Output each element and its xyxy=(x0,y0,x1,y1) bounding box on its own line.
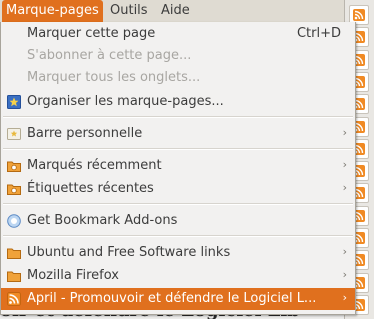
menuitem-marquer-tous-les-onglets: Marquer tous les onglets... xyxy=(1,67,355,89)
menuitem-organiser[interactable]: Organiser les marque-pages... xyxy=(1,91,355,113)
menubar: Marque-pages Outils Aide xyxy=(0,0,344,23)
menu-separator xyxy=(3,116,353,118)
menuitem-marquer-cette-page[interactable]: Marquer cette page Ctrl+D xyxy=(1,23,355,45)
submenu-arrow-icon: › xyxy=(342,158,347,171)
bookmarks-toolbar-icon xyxy=(7,128,21,140)
menuitem-sabonner: S'abonner à cette page... xyxy=(1,45,355,67)
menuitem-april-feed[interactable]: April - Promouvoir et défendre le Logici… xyxy=(1,288,355,310)
menu-outils[interactable]: Outils xyxy=(106,0,152,22)
bookmarks-organize-icon xyxy=(7,95,21,109)
folder-icon xyxy=(7,271,21,282)
addons-icon xyxy=(7,214,21,228)
menuitem-label: Barre personnelle xyxy=(27,126,143,141)
smart-folder-icon xyxy=(7,161,21,172)
bookmarks-menu: Marquer cette page Ctrl+D S'abonner à ce… xyxy=(0,22,356,315)
submenu-arrow-icon: › xyxy=(342,268,347,281)
menu-separator xyxy=(3,203,353,205)
menuitem-mozilla-firefox[interactable]: Mozilla Firefox › xyxy=(1,265,355,287)
folder-icon xyxy=(7,248,21,259)
menuitem-label: Marquer cette page xyxy=(27,26,156,41)
submenu-arrow-icon: › xyxy=(342,291,347,304)
menuitem-label: Ubuntu and Free Software links xyxy=(27,245,231,260)
shortcut-label: Ctrl+D xyxy=(296,26,341,41)
submenu-arrow-icon: › xyxy=(342,245,347,258)
menuitem-get-bookmark-addons[interactable]: Get Bookmark Add-ons xyxy=(1,210,355,232)
menu-marque-pages[interactable]: Marque-pages xyxy=(2,0,103,22)
menu-separator xyxy=(3,148,353,150)
menuitem-label: S'abonner à cette page... xyxy=(27,48,192,63)
menuitem-label: Mozilla Firefox xyxy=(27,268,119,283)
menuitem-label: April - Promouvoir et défendre le Logici… xyxy=(27,291,317,306)
menuitem-etiquettes-recentes[interactable]: Étiquettes récentes › xyxy=(1,178,355,200)
rss-feed-icon xyxy=(7,292,21,306)
menuitem-label: Étiquettes récentes xyxy=(27,181,154,196)
menuitem-label: Marqués récemment xyxy=(27,158,162,173)
menuitem-marques-recemment[interactable]: Marqués récemment › xyxy=(1,155,355,177)
menuitem-barre-personnelle[interactable]: Barre personnelle › xyxy=(1,123,355,145)
submenu-arrow-icon: › xyxy=(342,126,347,139)
menuitem-label: Organiser les marque-pages... xyxy=(27,94,224,109)
menu-aide[interactable]: Aide xyxy=(157,0,194,22)
menuitem-label: Marquer tous les onglets... xyxy=(27,70,201,85)
rss-feed-icon xyxy=(353,9,365,21)
smart-folder-icon xyxy=(7,184,21,195)
menu-separator xyxy=(3,235,353,237)
menuitem-ubuntu-free-software-links[interactable]: Ubuntu and Free Software links › xyxy=(1,242,355,264)
menuitem-label: Get Bookmark Add-ons xyxy=(27,213,178,228)
submenu-arrow-icon: › xyxy=(342,181,347,194)
